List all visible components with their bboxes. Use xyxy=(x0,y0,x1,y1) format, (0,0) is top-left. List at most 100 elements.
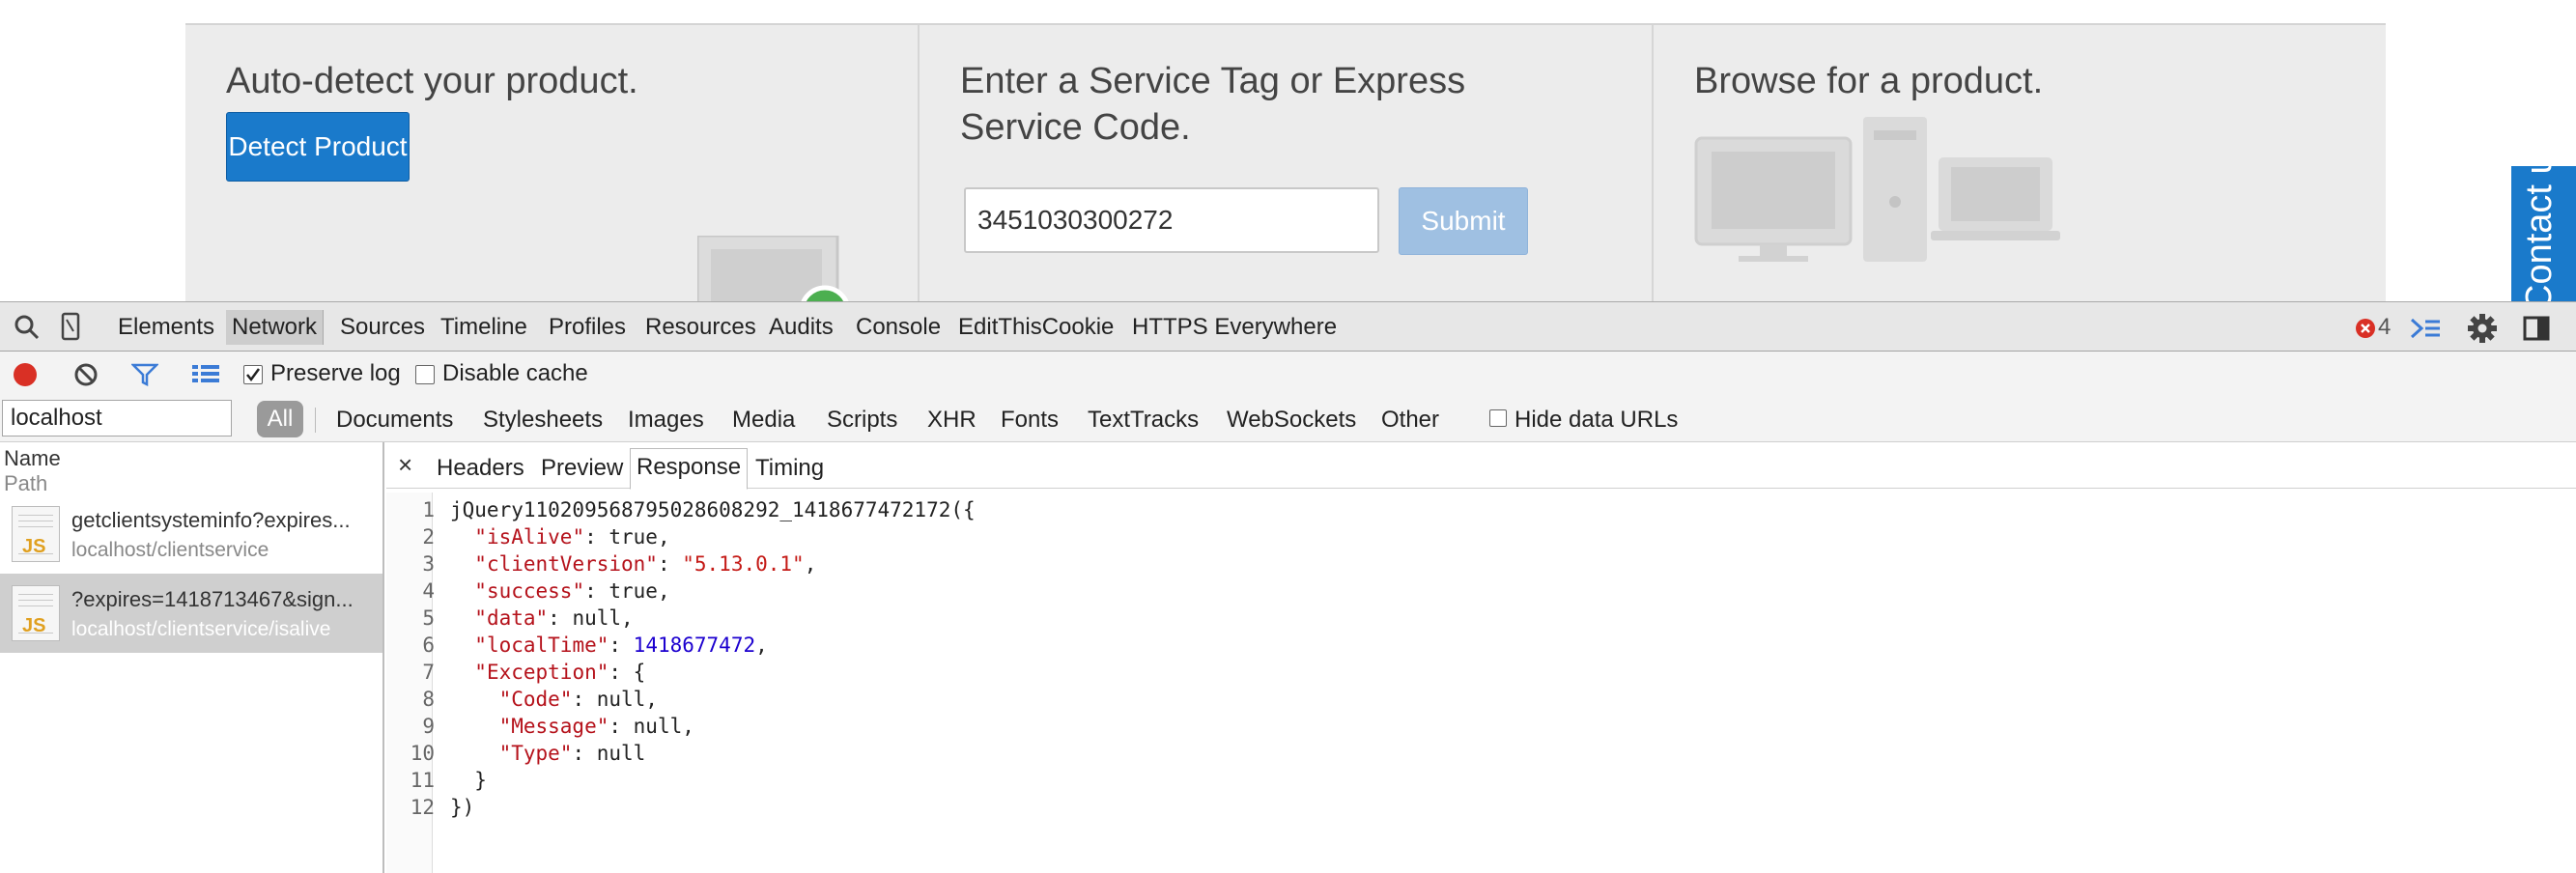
line-number: 8 xyxy=(422,688,435,711)
error-count[interactable]: 4 xyxy=(2372,310,2396,345)
tab-audits[interactable]: Audits xyxy=(763,310,839,345)
js-icon-label: JS xyxy=(22,536,46,557)
js-icon-label: JS xyxy=(22,615,46,636)
code-text: "Message": null, xyxy=(498,715,694,738)
filter-separator xyxy=(315,408,316,433)
hide-data-urls-checkbox[interactable] xyxy=(1489,409,1507,427)
response-body[interactable]: 1 jQuery110209568795028608292_14186774721… xyxy=(386,493,2576,873)
tab-timing[interactable]: Timing xyxy=(750,452,830,489)
filter-icon[interactable] xyxy=(131,363,158,386)
filter-images[interactable]: Images xyxy=(628,406,704,435)
request-name: ?expires=1418713467&sign... xyxy=(71,587,354,611)
line-number: 5 xyxy=(422,606,435,630)
line-number: 3 xyxy=(422,552,435,576)
tab-profiles[interactable]: Profiles xyxy=(543,310,632,345)
request-path: localhost/clientservice xyxy=(71,539,269,561)
webpage: Auto-detect your product. Detect Product… xyxy=(0,0,2576,301)
tab-response[interactable]: Response xyxy=(630,448,749,490)
preserve-log-checkbox[interactable] xyxy=(243,365,263,384)
code-text: jQuery110209568795028608292_141867747217… xyxy=(450,498,976,521)
computer-illustration xyxy=(697,236,849,301)
filter-input[interactable]: localhost xyxy=(2,400,232,436)
column-name[interactable]: Name xyxy=(4,446,61,471)
js-file-icon: JS xyxy=(12,585,60,641)
filter-bar: localhost All Documents Stylesheets Imag… xyxy=(0,396,2576,442)
service-tag-title: Enter a Service Tag or Express Service C… xyxy=(960,61,1466,148)
tab-editthiscookie[interactable]: EditThisCookie xyxy=(952,310,1119,345)
service-tag-panel: Enter a Service Tag or Express Service C… xyxy=(920,25,1654,301)
browse-title: Browse for a product. xyxy=(1694,61,2044,101)
devtools-tabbar: Elements Network Sources Timeline Profil… xyxy=(0,301,2576,352)
submit-button[interactable]: Submit xyxy=(1399,187,1528,255)
filter-websockets[interactable]: WebSockets xyxy=(1227,406,1356,435)
code-text: "clientVersion": "5.13.0.1", xyxy=(474,552,817,576)
autodetect-panel: Auto-detect your product. Detect Product xyxy=(185,25,920,301)
filter-all[interactable]: All xyxy=(257,401,303,437)
preserve-log-label[interactable]: Preserve log xyxy=(270,359,401,388)
line-number: 1 xyxy=(422,498,435,521)
filter-media[interactable]: Media xyxy=(732,406,795,435)
tab-resources[interactable]: Resources xyxy=(639,310,762,345)
code-text: "Exception": { xyxy=(474,661,646,684)
request-path: localhost/clientservice/isalive xyxy=(71,618,331,640)
tab-timeline[interactable]: Timeline xyxy=(435,310,533,345)
code-text: "Type": null xyxy=(498,742,646,765)
filter-other[interactable]: Other xyxy=(1381,406,1439,435)
filter-scripts[interactable]: Scripts xyxy=(827,406,897,435)
clear-icon[interactable] xyxy=(73,362,99,387)
contact-us-tab[interactable]: Contact us xyxy=(2511,166,2576,301)
filter-fonts[interactable]: Fonts xyxy=(1001,406,1059,435)
devtools-panel: Elements Network Sources Timeline Profil… xyxy=(0,301,2576,873)
code-text: "success": true, xyxy=(474,579,670,603)
line-number: 7 xyxy=(422,661,435,684)
details-tabbar: × Headers Preview Response Timing xyxy=(386,442,2576,490)
code-text: "Code": null, xyxy=(498,688,658,711)
contact-us-label: Contact us xyxy=(2519,166,2560,301)
network-toolbar: Preserve log Disable cache xyxy=(0,352,2576,396)
code-text: "data": null, xyxy=(474,606,634,630)
js-file-icon: JS xyxy=(12,506,60,562)
console-drawer-icon[interactable] xyxy=(2409,316,2442,341)
gear-icon[interactable] xyxy=(2467,313,2498,344)
browse-panel: Browse for a product. xyxy=(1654,25,2386,301)
close-icon[interactable]: × xyxy=(398,450,412,480)
request-row-selected[interactable]: JS ?expires=1418713467&sign... localhost… xyxy=(0,574,382,653)
tab-elements[interactable]: Elements xyxy=(112,310,220,345)
tab-network[interactable]: Network xyxy=(226,310,325,345)
search-icon[interactable] xyxy=(14,314,41,341)
record-icon[interactable] xyxy=(12,361,39,388)
tab-console[interactable]: Console xyxy=(850,310,947,345)
device-mode-icon[interactable] xyxy=(60,312,81,341)
filter-stylesheets[interactable]: Stylesheets xyxy=(483,406,603,435)
filter-texttracks[interactable]: TextTracks xyxy=(1088,406,1199,435)
line-number: 10 xyxy=(410,742,435,765)
request-row[interactable]: JS getclientsysteminfo?expires... localh… xyxy=(0,494,382,574)
tab-sources[interactable]: Sources xyxy=(334,310,431,345)
list-view-icon[interactable] xyxy=(191,363,220,384)
hide-data-urls-label[interactable]: Hide data URLs xyxy=(1514,406,1678,435)
tab-preview[interactable]: Preview xyxy=(535,452,629,489)
line-number: 2 xyxy=(422,525,435,549)
disable-cache-checkbox[interactable] xyxy=(415,365,435,384)
support-panels: Auto-detect your product. Detect Product… xyxy=(185,23,2386,301)
column-path[interactable]: Path xyxy=(4,471,47,496)
disable-cache-label[interactable]: Disable cache xyxy=(442,359,588,388)
products-illustration[interactable] xyxy=(1694,117,2061,262)
line-number: 6 xyxy=(422,634,435,657)
filter-xhr[interactable]: XHR xyxy=(927,406,977,435)
code-text: }) xyxy=(450,796,475,819)
request-list: Name Path JS getclientsysteminfo?expires… xyxy=(0,442,384,873)
code-text: "localTime": 1418677472, xyxy=(474,634,768,657)
line-number: 11 xyxy=(410,769,435,792)
line-number: 9 xyxy=(422,715,435,738)
dock-side-icon[interactable] xyxy=(2523,316,2550,341)
line-number: 4 xyxy=(422,579,435,603)
filter-documents[interactable]: Documents xyxy=(336,406,453,435)
tab-headers[interactable]: Headers xyxy=(431,452,530,489)
line-number: 12 xyxy=(410,796,435,819)
tab-https-everywhere[interactable]: HTTPS Everywhere xyxy=(1126,310,1343,345)
request-details: × Headers Preview Response Timing 1 jQuer… xyxy=(386,442,2576,873)
request-name: getclientsysteminfo?expires... xyxy=(71,508,351,532)
detect-product-button[interactable]: Detect Product xyxy=(226,112,410,182)
service-tag-input[interactable]: 3451030300272 xyxy=(964,187,1379,253)
